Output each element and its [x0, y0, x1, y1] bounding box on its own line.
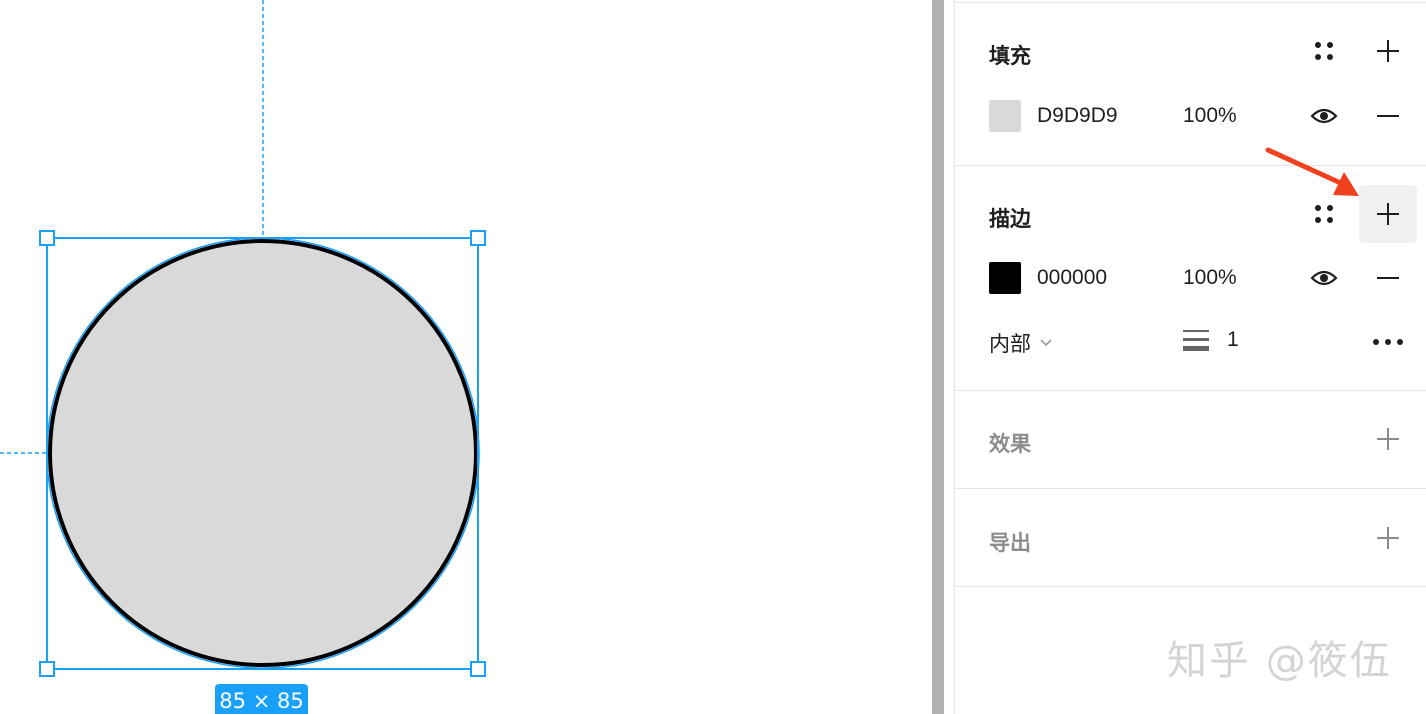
divider-line [955, 586, 1426, 587]
fill-visibility-toggle[interactable] [1295, 87, 1353, 145]
stroke-more-options-button[interactable] [1359, 313, 1417, 371]
stroke-weight-field[interactable]: 1 [1183, 328, 1239, 352]
divider-line [955, 390, 1426, 391]
add-stroke-button[interactable] [1359, 185, 1417, 243]
more-icon [1373, 339, 1403, 345]
stroke-weight-icon [1183, 330, 1209, 351]
size-badge: 85 × 85 [215, 684, 308, 714]
four-dots-icon [1315, 205, 1333, 223]
plus-icon [1377, 428, 1399, 450]
four-dots-icon [1315, 42, 1333, 60]
plus-icon [1377, 203, 1399, 225]
minus-icon [1377, 115, 1399, 117]
resize-handle-bottom-left[interactable] [39, 661, 55, 677]
stroke-styles-button[interactable] [1295, 185, 1353, 243]
fill-hex-value[interactable]: D9D9D9 [1037, 104, 1118, 128]
fill-section-title: 填充 [989, 44, 1031, 68]
add-effect-button[interactable] [1359, 410, 1417, 468]
add-fill-button[interactable] [1359, 22, 1417, 80]
resize-handle-top-right[interactable] [470, 230, 486, 246]
plus-icon [1377, 40, 1399, 62]
fill-styles-button[interactable] [1295, 22, 1353, 80]
resize-handle-bottom-right[interactable] [470, 661, 486, 677]
panel-divider[interactable] [932, 0, 944, 714]
canvas-artwork [0, 0, 486, 677]
divider-line [955, 165, 1426, 166]
divider-line [955, 488, 1426, 489]
stroke-color-swatch[interactable] [989, 262, 1021, 294]
export-section-title: 导出 [989, 531, 1031, 555]
eye-icon [1310, 270, 1338, 286]
add-export-button[interactable] [1359, 509, 1417, 567]
stroke-opacity-value[interactable]: 100% [1183, 266, 1237, 290]
effects-section-title: 效果 [989, 432, 1031, 456]
circle-shape[interactable] [48, 239, 478, 667]
remove-fill-button[interactable] [1359, 87, 1417, 145]
design-canvas[interactable]: 85 × 85 [0, 0, 932, 714]
stroke-position-value: 内部 [989, 332, 1031, 356]
fill-color-swatch[interactable] [989, 100, 1021, 132]
stroke-hex-value[interactable]: 000000 [1037, 266, 1107, 290]
remove-stroke-button[interactable] [1359, 249, 1417, 307]
minus-icon [1377, 277, 1399, 279]
divider-line [955, 2, 1426, 3]
watermark: 知乎 @筱伍 [1167, 638, 1392, 684]
stroke-visibility-toggle[interactable] [1295, 249, 1353, 307]
fill-opacity-value[interactable]: 100% [1183, 104, 1237, 128]
stroke-position-dropdown[interactable]: 内部 [989, 328, 1053, 358]
plus-icon [1377, 527, 1399, 549]
stroke-weight-value: 1 [1227, 328, 1239, 351]
eye-icon [1310, 108, 1338, 124]
resize-handle-top-left[interactable] [39, 230, 55, 246]
properties-panel: 填充 D9D9D9 100% 描边 000000 100% 内部 1 效果 导出… [954, 0, 1426, 714]
chevron-down-icon [1040, 339, 1052, 347]
stroke-section-title: 描边 [989, 207, 1031, 231]
